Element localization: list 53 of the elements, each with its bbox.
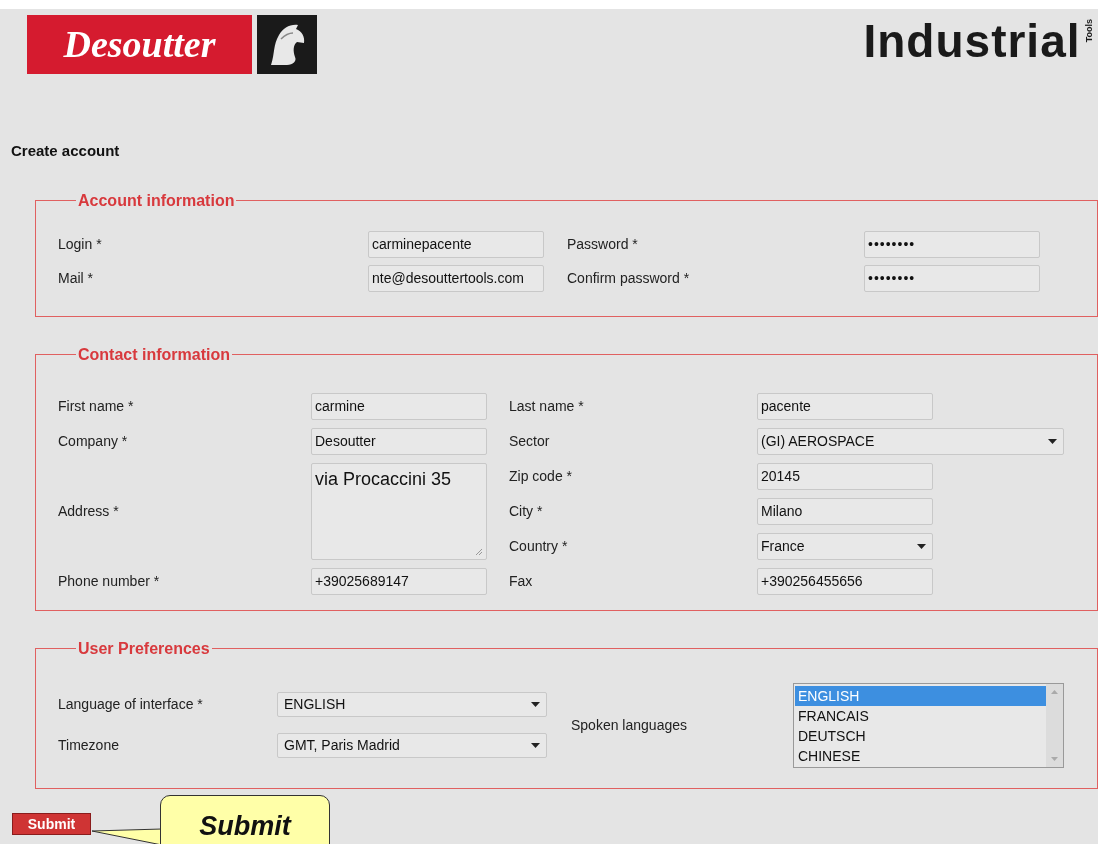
text-input-field[interactable]: +390256455656 bbox=[757, 567, 933, 595]
dropdown-caret-icon bbox=[531, 702, 540, 707]
resize-grip-icon[interactable] bbox=[475, 547, 483, 556]
field-label: Confirm password * bbox=[566, 268, 691, 288]
text-input-field[interactable]: Desoutter bbox=[311, 427, 487, 455]
text-input-field[interactable]: +39025689147 bbox=[311, 567, 487, 595]
dropdown-caret-icon bbox=[917, 543, 926, 549]
password-field[interactable]: •••••••• bbox=[864, 264, 1040, 292]
scrollbar-icon[interactable] bbox=[1046, 683, 1063, 767]
text-input-field[interactable]: carminepacente bbox=[368, 230, 544, 258]
dropdown-caret-icon bbox=[1048, 438, 1057, 444]
dropdown-select[interactable]: (GI) AEROSPACE bbox=[757, 427, 1064, 455]
text-input-field[interactable]: carmine bbox=[311, 392, 487, 420]
brand-logo: Desoutter bbox=[27, 15, 252, 74]
listbox-option[interactable]: FRANCAIS bbox=[795, 705, 1046, 726]
field-label: Fax bbox=[509, 571, 534, 591]
text-input-field[interactable]: nte@desouttertools.com bbox=[368, 264, 544, 292]
languages-listbox[interactable]: ENGLISH FRANCAIS DEUTSCH CHINESE bbox=[793, 682, 1064, 768]
text-input-field[interactable]: Milano bbox=[757, 497, 933, 525]
section-legend: Account information bbox=[76, 188, 237, 213]
field-label: Spoken languages bbox=[571, 717, 687, 733]
password-field[interactable]: •••••••• bbox=[864, 230, 1040, 258]
section-legend: Contact information bbox=[76, 342, 232, 367]
field-label: Timezone bbox=[58, 736, 120, 755]
field-label: Company * bbox=[58, 431, 129, 451]
field-label: Last name * bbox=[509, 396, 585, 416]
product-subtitle: Tools bbox=[1082, 19, 1095, 43]
field-label: Password * bbox=[566, 234, 639, 254]
text-input-field[interactable]: pacente bbox=[757, 392, 933, 420]
submit-button[interactable]: Submit bbox=[12, 812, 91, 835]
listbox-option[interactable]: CHINESE bbox=[795, 745, 1046, 766]
field-label: Login * bbox=[58, 234, 103, 254]
dropdown-select[interactable]: France bbox=[757, 532, 933, 560]
field-label: Sector bbox=[509, 431, 551, 451]
dropdown-select[interactable]: GMT, Paris Madrid bbox=[277, 733, 547, 758]
text-input-field[interactable]: 20145 bbox=[757, 462, 933, 490]
listbox-option[interactable]: DEUTSCH bbox=[795, 725, 1046, 746]
field-label: Zip code * bbox=[509, 466, 574, 486]
field-label: Country * bbox=[509, 536, 569, 556]
field-label: Mail * bbox=[58, 268, 94, 288]
field-label: Address * bbox=[58, 501, 120, 521]
field-label: City * bbox=[509, 501, 544, 521]
product-title: Industrial bbox=[863, 15, 1081, 67]
field-label: Language of interface * bbox=[58, 695, 204, 714]
dropdown-caret-icon bbox=[531, 743, 540, 748]
field-label: Phone number * bbox=[58, 571, 161, 591]
field-label: First name * bbox=[58, 396, 135, 416]
dropdown-select[interactable]: ENGLISH bbox=[277, 692, 547, 717]
page-title: Create account bbox=[11, 141, 120, 161]
section-legend: User Preferences bbox=[76, 636, 212, 661]
callout-balloon: Submit bbox=[160, 795, 330, 844]
horse-head-logo-icon bbox=[257, 15, 317, 74]
address-textarea[interactable]: via Procaccini 35 bbox=[311, 462, 487, 560]
